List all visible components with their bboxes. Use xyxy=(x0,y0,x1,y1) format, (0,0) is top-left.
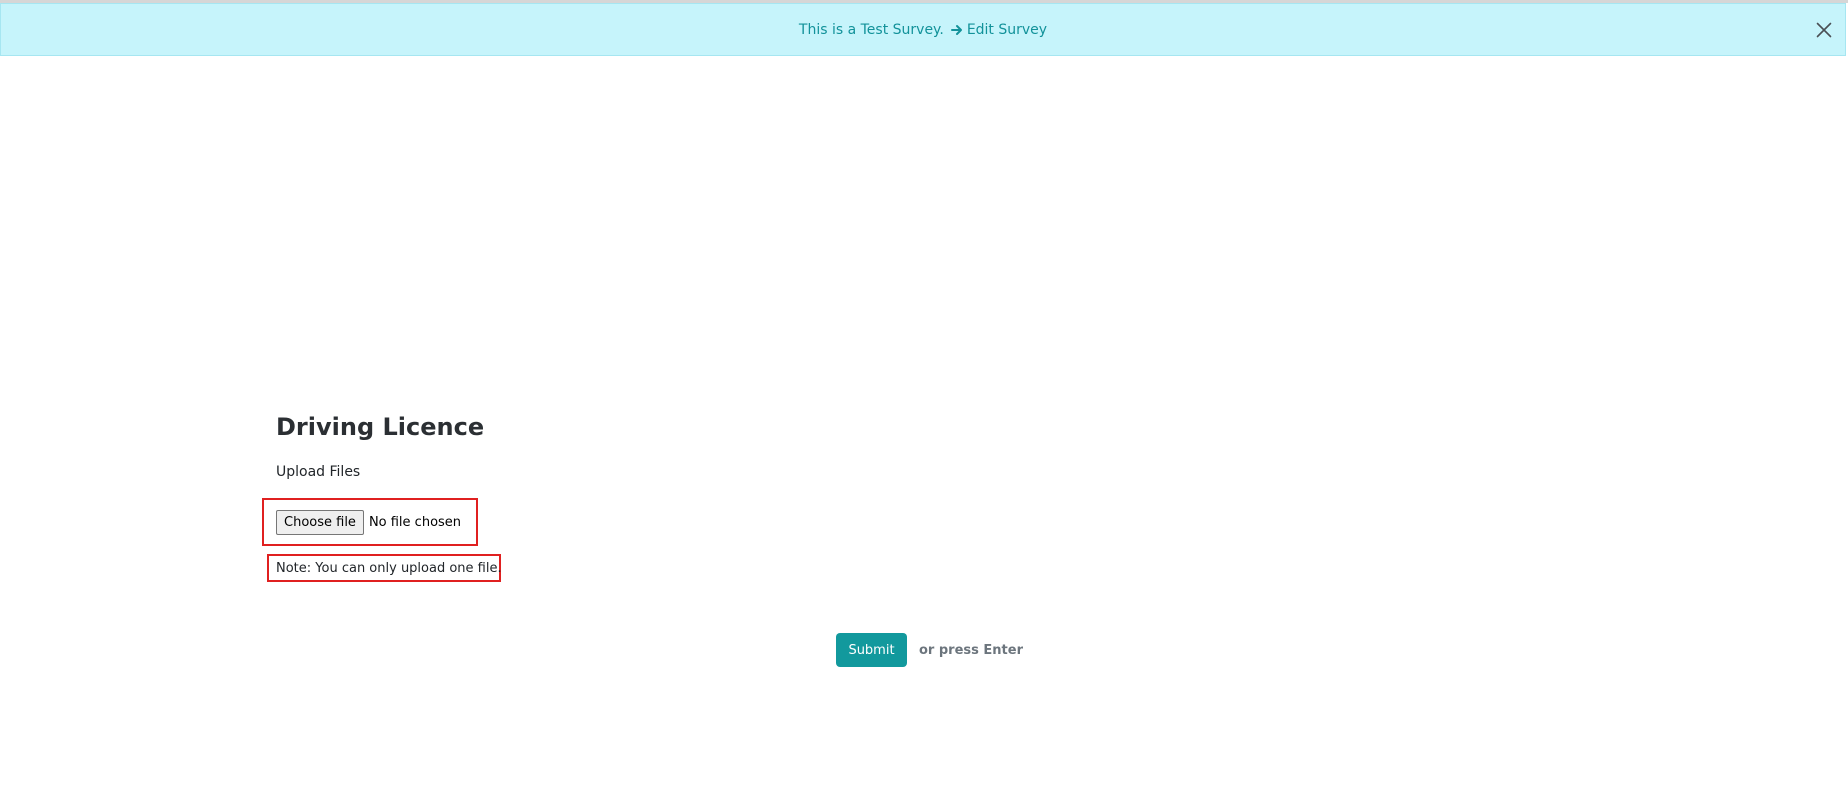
file-status-text: No file chosen xyxy=(368,514,462,530)
upload-files-label: Upload Files xyxy=(276,464,361,480)
file-upload-highlight: Choose file No file chosen xyxy=(262,498,478,546)
choose-file-button[interactable]: Choose file xyxy=(276,509,364,535)
press-enter-hint: or press Enter xyxy=(919,642,1023,658)
edit-survey-link[interactable]: Edit Survey xyxy=(950,22,1047,38)
submit-button[interactable]: Submit xyxy=(836,633,907,667)
edit-survey-label: Edit Survey xyxy=(966,21,1048,38)
arrow-right-icon xyxy=(950,24,962,35)
banner-close-button[interactable] xyxy=(1813,19,1835,41)
banner-message: This is a Test Survey. Edit Survey xyxy=(799,22,1047,38)
question-section: Driving Licence Upload Files Choose file… xyxy=(262,408,976,582)
banner-text: This is a Test Survey. xyxy=(798,21,944,38)
submit-row: Submit or press Enter xyxy=(836,633,1023,667)
close-icon xyxy=(1816,22,1832,37)
upload-note: Note: You can only upload one file. xyxy=(267,554,502,582)
question-title: Driving Licence xyxy=(276,413,485,441)
test-survey-banner: This is a Test Survey. Edit Survey xyxy=(0,3,1846,56)
